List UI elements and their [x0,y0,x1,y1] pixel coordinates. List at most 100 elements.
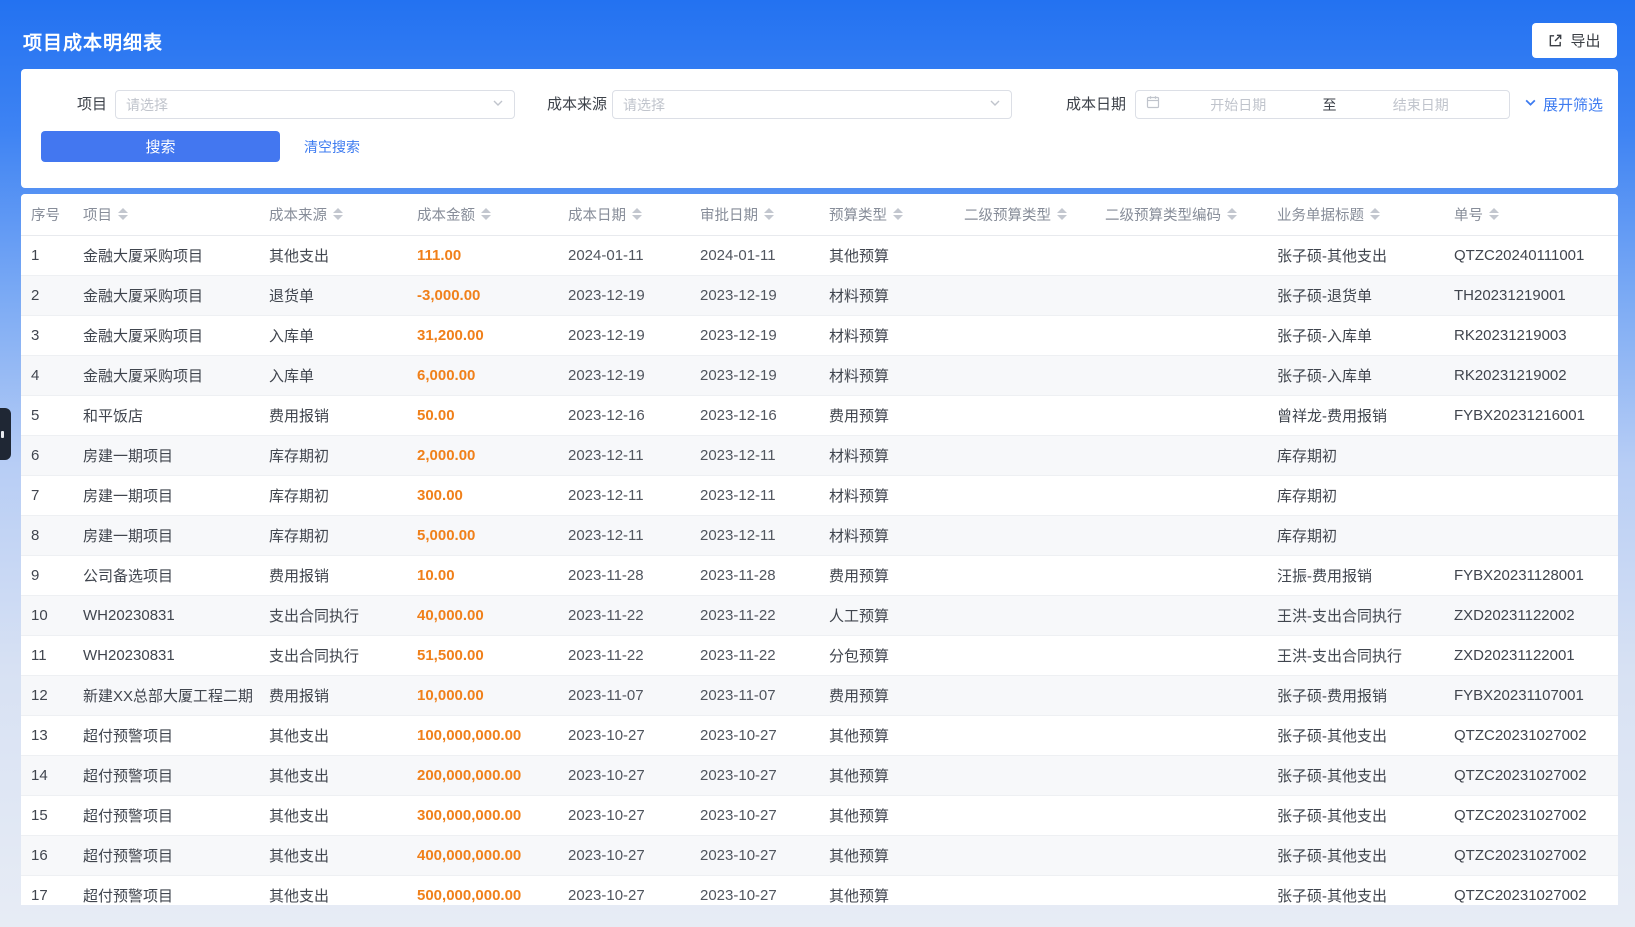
export-button[interactable]: 导出 [1532,23,1617,58]
sort-icon[interactable] [1227,208,1237,220]
cell-9: 张子硕-其他支出 [1267,875,1444,905]
cell-7 [954,835,1095,875]
column-header-9[interactable]: 业务单据标题 [1267,194,1444,235]
cell-10: QTZC20240111001 [1444,235,1618,275]
sort-icon[interactable] [1370,208,1380,220]
cell-1: 金融大厦采购项目 [73,355,259,395]
cell-9: 王洪-支出合同执行 [1267,635,1444,675]
cell-0: 14 [21,755,73,795]
sort-icon[interactable] [893,208,903,220]
sort-icon[interactable] [118,208,128,220]
column-header-6[interactable]: 预算类型 [819,194,954,235]
cell-10: RK20231219003 [1444,315,1618,355]
cost-date-range-input[interactable]: 开始日期 至 结束日期 [1135,90,1510,119]
cell-5: 2023-12-11 [690,515,819,555]
table-row: 8房建一期项目库存期初5,000.002023-12-112023-12-11材… [21,515,1618,555]
cell-6: 材料预算 [819,275,954,315]
table-row: 6房建一期项目库存期初2,000.002023-12-112023-12-11材… [21,435,1618,475]
table-row: 16超付预警项目其他支出400,000,000.002023-10-272023… [21,835,1618,875]
cost-source-select[interactable]: 请选择 [612,90,1012,119]
cell-10 [1444,475,1618,515]
start-date-input[interactable]: 开始日期 [1160,95,1317,115]
sort-icon[interactable] [1489,208,1499,220]
cell-10: QTZC20231027002 [1444,795,1618,835]
cell-0: 11 [21,635,73,675]
cell-2: 其他支出 [259,835,407,875]
sort-icon[interactable] [632,208,642,220]
cell-0: 8 [21,515,73,555]
cell-8 [1095,795,1267,835]
cell-5: 2023-12-19 [690,355,819,395]
column-header-1[interactable]: 项目 [73,194,259,235]
cell-10: FYBX20231107001 [1444,675,1618,715]
cell-7 [954,315,1095,355]
column-header-7[interactable]: 二级预算类型 [954,194,1095,235]
table-row: 10WH20230831支出合同执行40,000.002023-11-22202… [21,595,1618,635]
cell-8 [1095,275,1267,315]
cell-0: 3 [21,315,73,355]
cell-8 [1095,555,1267,595]
cell-2: 其他支出 [259,715,407,755]
cell-9: 汪振-费用报销 [1267,555,1444,595]
cell-7 [954,555,1095,595]
sort-icon[interactable] [333,208,343,220]
cost-date-filter-label: 成本日期 [1066,90,1126,119]
cell-1: 房建一期项目 [73,435,259,475]
cell-6: 其他预算 [819,235,954,275]
cell-9: 张子硕-退货单 [1267,275,1444,315]
chevron-down-icon [492,96,504,114]
cell-10: TH20231219001 [1444,275,1618,315]
cell-1: WH20230831 [73,635,259,675]
cell-5: 2023-12-16 [690,395,819,435]
project-select[interactable]: 请选择 [115,90,515,119]
table-row: 3金融大厦采购项目入库单31,200.002023-12-192023-12-1… [21,315,1618,355]
column-header-4[interactable]: 成本日期 [558,194,690,235]
sort-icon[interactable] [481,208,491,220]
chevron-down-icon [989,96,1001,114]
search-button[interactable]: 搜索 [41,131,280,162]
calendar-icon [1146,95,1160,114]
cost-detail-table: 序号项目成本来源成本金额成本日期审批日期预算类型二级预算类型二级预算类型编码业务… [21,194,1618,905]
cell-7 [954,635,1095,675]
expand-filter-link[interactable]: 展开筛选 [1524,94,1603,115]
cell-9: 王洪-支出合同执行 [1267,595,1444,635]
cell-4: 2023-11-07 [558,675,690,715]
cell-7 [954,595,1095,635]
cell-5: 2023-12-19 [690,315,819,355]
column-header-3[interactable]: 成本金额 [407,194,558,235]
column-header-5[interactable]: 审批日期 [690,194,819,235]
cell-8 [1095,755,1267,795]
cell-5: 2023-10-27 [690,755,819,795]
cell-4: 2023-10-27 [558,755,690,795]
cell-8 [1095,675,1267,715]
cell-10: ZXD20231122001 [1444,635,1618,675]
cell-10: QTZC20231027002 [1444,875,1618,905]
cell-6: 人工预算 [819,595,954,635]
side-drawer-handle[interactable] [0,408,11,460]
column-header-8[interactable]: 二级预算类型编码 [1095,194,1267,235]
end-date-input[interactable]: 结束日期 [1343,95,1500,115]
cell-7 [954,275,1095,315]
column-label: 二级预算类型编码 [1105,204,1221,225]
cell-2: 费用报销 [259,395,407,435]
cell-8 [1095,875,1267,905]
cell-9: 库存期初 [1267,475,1444,515]
cell-3: 500,000,000.00 [407,875,558,905]
column-header-10[interactable]: 单号 [1444,194,1618,235]
column-header-2[interactable]: 成本来源 [259,194,407,235]
cell-2: 其他支出 [259,875,407,905]
cell-8 [1095,355,1267,395]
cell-5: 2024-01-11 [690,235,819,275]
cell-6: 材料预算 [819,435,954,475]
cell-1: 新建XX总部大厦工程二期 [73,675,259,715]
cell-1: WH20230831 [73,595,259,635]
table-row: 7房建一期项目库存期初300.002023-12-112023-12-11材料预… [21,475,1618,515]
sort-icon[interactable] [764,208,774,220]
sort-icon[interactable] [1057,208,1067,220]
cell-4: 2023-12-19 [558,275,690,315]
clear-search-link[interactable]: 清空搜索 [304,137,360,157]
cell-8 [1095,635,1267,675]
cell-0: 5 [21,395,73,435]
date-range-separator: 至 [1317,95,1343,115]
column-label: 成本来源 [269,204,327,225]
